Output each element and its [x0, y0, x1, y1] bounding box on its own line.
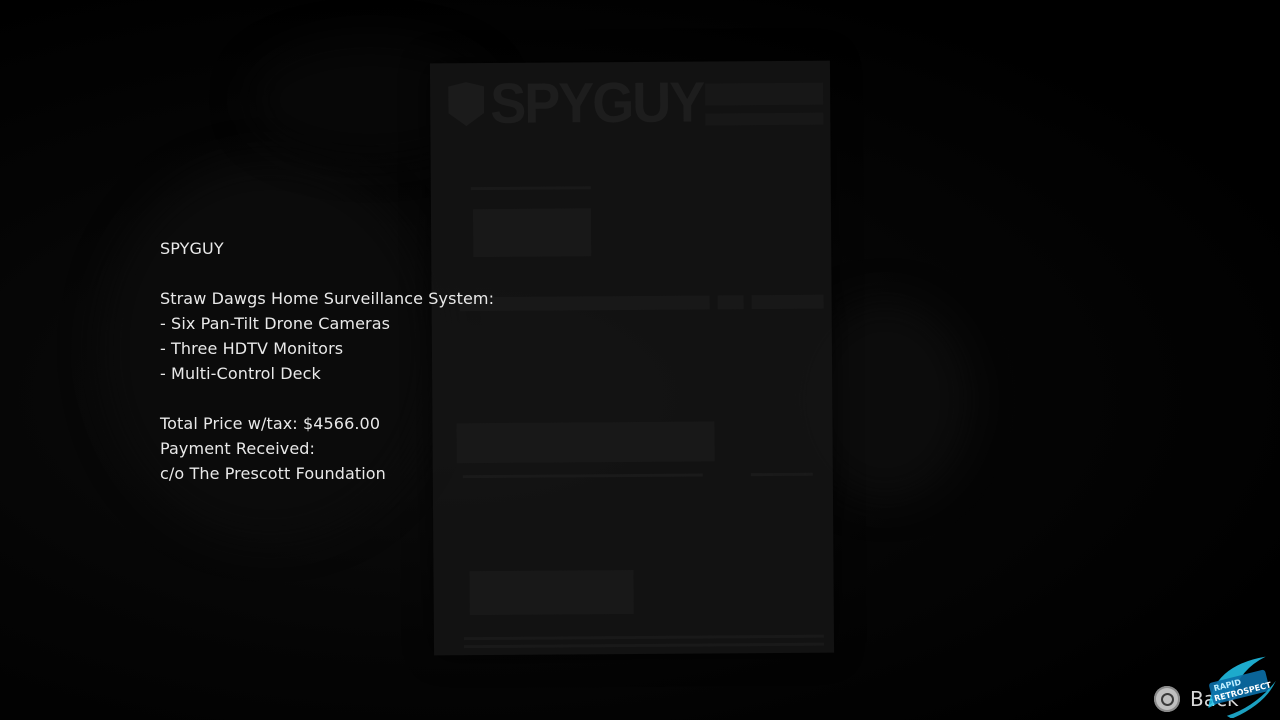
payer-name: c/o The Prescott Foundation [160, 464, 386, 483]
receipt-table-header [751, 294, 824, 310]
receipt-table-header [459, 295, 710, 312]
receipt-logo-text: SPYGUY [490, 70, 704, 136]
circle-button-icon [1154, 686, 1180, 712]
circle-button-glyph [1160, 692, 1174, 706]
rapid-retrospect-watermark-logo: RAPID RETROSPECT [1208, 656, 1276, 718]
receipt-readout: SPYGUY Straw Dawgs Home Surveillance Sys… [160, 236, 494, 486]
receipt-rule [470, 186, 591, 191]
receipt-table-header [717, 295, 744, 310]
product-title: Straw Dawgs Home Surveillance System: [160, 289, 495, 308]
payment-status: Payment Received: [160, 439, 316, 458]
receipt-rule [750, 472, 813, 477]
game-screen: SPYGUY SPYGUY Straw Dawgs Home Surveilla… [0, 0, 1280, 720]
receipt-rule [463, 634, 824, 641]
item-line: - Multi-Control Deck [160, 364, 321, 383]
receipt-rule [462, 473, 703, 479]
receipt-header-block [705, 82, 824, 106]
total-price: Total Price w/tax: $4566.00 [160, 414, 381, 433]
item-line: - Six Pan-Tilt Drone Cameras [160, 314, 391, 333]
item-line: - Three HDTV Monitors [160, 339, 344, 358]
spyguy-logo-icon [448, 82, 484, 126]
receipt-header-block [705, 112, 824, 126]
receipt-rule [464, 642, 825, 649]
receipt-table-band [456, 421, 715, 464]
receipt-footer-block [469, 569, 634, 616]
vendor-name: SPYGUY [160, 239, 224, 258]
receipt-logo: SPYGUY [448, 70, 704, 136]
